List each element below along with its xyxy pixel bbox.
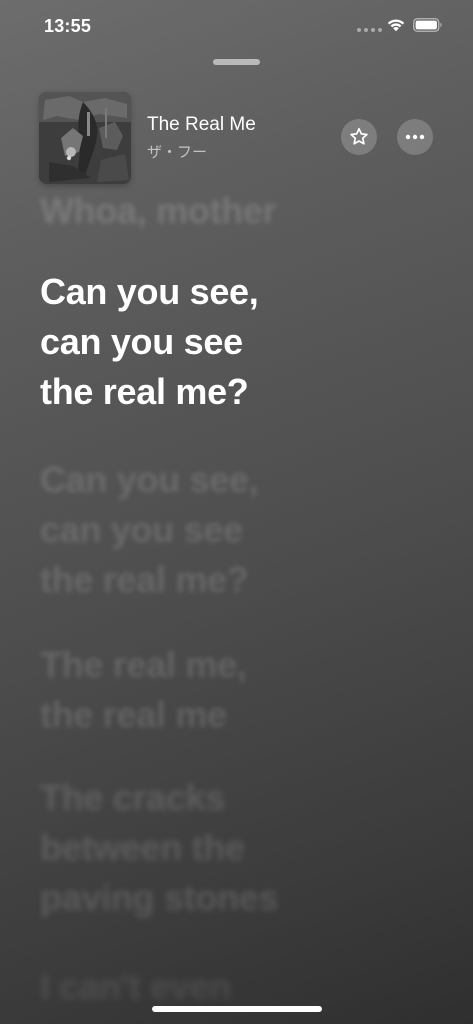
lyric-line: the real me? — [40, 371, 249, 412]
lyric-line: can you see — [40, 321, 243, 362]
battery-icon — [413, 18, 442, 32]
lyric-line: can you see — [40, 509, 243, 550]
favorite-button[interactable] — [341, 119, 377, 155]
home-indicator[interactable] — [152, 1006, 322, 1012]
lyric-upcoming-line[interactable]: Can you see, can you see the real me? — [40, 455, 440, 605]
lyric-upcoming-line[interactable]: The cracks between the paving stones — [40, 773, 440, 923]
lyric-line: The cracks — [40, 777, 226, 818]
lyric-line: paving stones — [40, 877, 279, 918]
sheet-grabber[interactable] — [213, 59, 260, 65]
status-bar: 13:55 — [0, 0, 473, 54]
now-playing-header: The Real Me ザ・フー — [0, 88, 473, 188]
lyric-line: I can't even — [40, 966, 232, 1007]
more-button[interactable] — [397, 119, 433, 155]
star-icon — [350, 127, 368, 145]
song-title: The Real Me — [147, 114, 256, 135]
lyric-line: Whoa, mother — [40, 190, 277, 231]
lyric-line: between the — [40, 827, 245, 868]
lyric-line: the real me? — [40, 559, 249, 600]
album-artwork[interactable] — [39, 92, 131, 184]
lyric-previous-line[interactable]: Whoa, mother — [40, 186, 440, 236]
song-artist[interactable]: ザ・フー — [147, 141, 207, 162]
wifi-icon — [387, 19, 405, 32]
lyrics-screen: 13:55 The Real Me ザ・フー Whoa, mother Can … — [0, 0, 473, 1024]
lyric-current-line[interactable]: Can you see, can you see the real me? — [40, 267, 440, 417]
lyric-line: The real me, — [40, 644, 247, 685]
lyric-line: Can you see, — [40, 459, 259, 500]
ellipsis-icon — [405, 134, 425, 140]
signal-dots-icon — [357, 28, 382, 32]
lyric-line: the real me — [40, 694, 227, 735]
status-time: 13:55 — [44, 16, 92, 36]
lyric-upcoming-line[interactable]: The real me, the real me — [40, 640, 440, 740]
lyric-upcoming-line[interactable]: I can't even — [40, 962, 440, 1012]
lyric-line: Can you see, — [40, 271, 259, 312]
